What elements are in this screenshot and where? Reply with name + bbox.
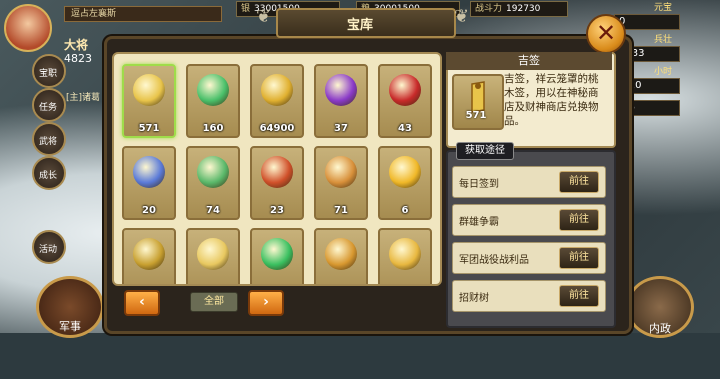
acquire-row-label: 群雄争霸 bbox=[459, 217, 499, 228]
title-ornament-right-icon: ❦ bbox=[454, 6, 470, 27]
blue-orb-icon bbox=[133, 156, 165, 188]
red-gem-icon bbox=[389, 74, 421, 106]
domestic-affairs-label: 内政 bbox=[649, 322, 671, 335]
army-button[interactable]: 军事 bbox=[36, 276, 104, 338]
crown-icon bbox=[325, 238, 357, 270]
item-slot[interactable]: 37 bbox=[314, 64, 368, 138]
rank-value: 4823 bbox=[64, 52, 92, 65]
close-icon: ✕ bbox=[595, 19, 617, 47]
acquire-row: 军团战役战利品 前往 bbox=[452, 242, 606, 274]
goto-button[interactable]: 前往 bbox=[559, 247, 599, 269]
item-count: 71 bbox=[334, 205, 348, 216]
emerald-icon bbox=[261, 238, 293, 270]
right-label-3: 小时 bbox=[653, 67, 672, 77]
item-slot[interactable]: 20 bbox=[122, 146, 176, 220]
item-count: 43 bbox=[398, 123, 412, 134]
cauldron-icon bbox=[133, 238, 165, 270]
coin-icon bbox=[325, 156, 357, 188]
chevron-left-icon: ‹ bbox=[139, 294, 145, 310]
item-slot[interactable] bbox=[250, 228, 304, 284]
acquire-row: 群雄争霸 前往 bbox=[452, 204, 606, 236]
jade-icon bbox=[197, 74, 229, 106]
item-slot[interactable] bbox=[186, 228, 240, 284]
red-orb-icon bbox=[261, 156, 293, 188]
right-label-1: 元宝 bbox=[653, 3, 672, 13]
prev-page-button[interactable]: ‹ bbox=[124, 290, 160, 316]
item-slot[interactable]: 571 bbox=[122, 64, 176, 138]
acquire-row: 招财树 前往 bbox=[452, 280, 606, 312]
item-count: 571 bbox=[138, 123, 160, 134]
filter-select[interactable]: 全部 bbox=[190, 292, 238, 312]
acquire-title: 获取途径 bbox=[456, 142, 514, 160]
resource-silver-label: 银 bbox=[241, 4, 251, 14]
acquire-row: 每日签到 前往 bbox=[452, 166, 606, 198]
gold-lock-icon bbox=[389, 156, 421, 188]
title-ornament-left-icon: ❦ bbox=[256, 6, 272, 27]
ingot-icon bbox=[197, 238, 229, 270]
item-slot[interactable]: 6 bbox=[378, 146, 432, 220]
army-button-label: 军事 bbox=[59, 320, 81, 333]
item-count: 20 bbox=[142, 205, 156, 216]
next-page-button[interactable]: › bbox=[248, 290, 284, 316]
scroll-icon bbox=[133, 74, 165, 106]
pager: ‹ 全部 › bbox=[124, 290, 424, 316]
item-count: 37 bbox=[334, 123, 348, 134]
item-slot[interactable]: 43 bbox=[378, 64, 432, 138]
side-menu-label-3: 成长 bbox=[38, 171, 57, 181]
resource-power: 战斗力 192730 bbox=[470, 1, 568, 17]
item-slot[interactable]: 64900 bbox=[250, 64, 304, 138]
taiji-icon bbox=[389, 238, 421, 270]
title-plate bbox=[276, 8, 456, 38]
item-count: 64900 bbox=[259, 123, 295, 134]
item-slot[interactable]: 71 bbox=[314, 146, 368, 220]
acquire-row-label: 招财树 bbox=[459, 293, 489, 304]
item-detail-name: 吉签 bbox=[446, 52, 612, 70]
item-count: 23 bbox=[270, 205, 284, 216]
item-count: 74 bbox=[206, 205, 220, 216]
green-orb-icon bbox=[197, 156, 229, 188]
rank-label: 大将 bbox=[64, 38, 89, 52]
side-menu-label-2: 武将 bbox=[38, 137, 57, 147]
chevron-right-icon: › bbox=[263, 294, 269, 310]
side-menu-label-1: 任务 bbox=[38, 103, 57, 113]
item-count: 160 bbox=[202, 123, 224, 134]
goto-button[interactable]: 前往 bbox=[559, 285, 599, 307]
item-slot[interactable]: 160 bbox=[186, 64, 240, 138]
player-avatar[interactable] bbox=[4, 4, 52, 52]
item-slot[interactable]: 23 bbox=[250, 146, 304, 220]
domestic-affairs-button[interactable]: 内政 bbox=[626, 276, 694, 338]
purple-gem-icon bbox=[325, 74, 357, 106]
side-menu-label-0: 宝职 bbox=[38, 69, 57, 79]
right-label-2: 兵壮 bbox=[653, 35, 672, 45]
item-slot[interactable] bbox=[314, 228, 368, 284]
item-count: 6 bbox=[401, 205, 409, 216]
acquire-row-label: 军团战役战利品 bbox=[459, 255, 529, 266]
side-menu-label-4: 活动 bbox=[38, 245, 57, 255]
item-slot[interactable] bbox=[378, 228, 432, 284]
acquire-row-label: 每日签到 bbox=[459, 179, 499, 190]
item-detail-description: 吉签，祥云笼罩的桃木签，用以在神秘商店及财神商店兑换物品。 bbox=[504, 73, 599, 127]
close-button[interactable]: ✕ bbox=[586, 14, 626, 54]
item-slot[interactable]: 74 bbox=[186, 146, 240, 220]
goto-button[interactable]: 前往 bbox=[559, 209, 599, 231]
leader-tag: [主]诸葛 bbox=[66, 93, 101, 103]
item-slot[interactable] bbox=[122, 228, 176, 284]
server-label: 逗占左襄斯 bbox=[64, 6, 222, 22]
item-detail-count: 571 bbox=[465, 110, 487, 121]
item-grid: 571 160 64900 37 43 20 74 23 71 6 bbox=[112, 52, 442, 286]
resource-power-label: 战斗力 bbox=[475, 4, 503, 14]
goto-button[interactable]: 前往 bbox=[559, 171, 599, 193]
gold-bar-icon bbox=[261, 74, 293, 106]
resource-power-value: 192730 bbox=[506, 4, 541, 14]
item-detail-icon bbox=[452, 74, 504, 130]
